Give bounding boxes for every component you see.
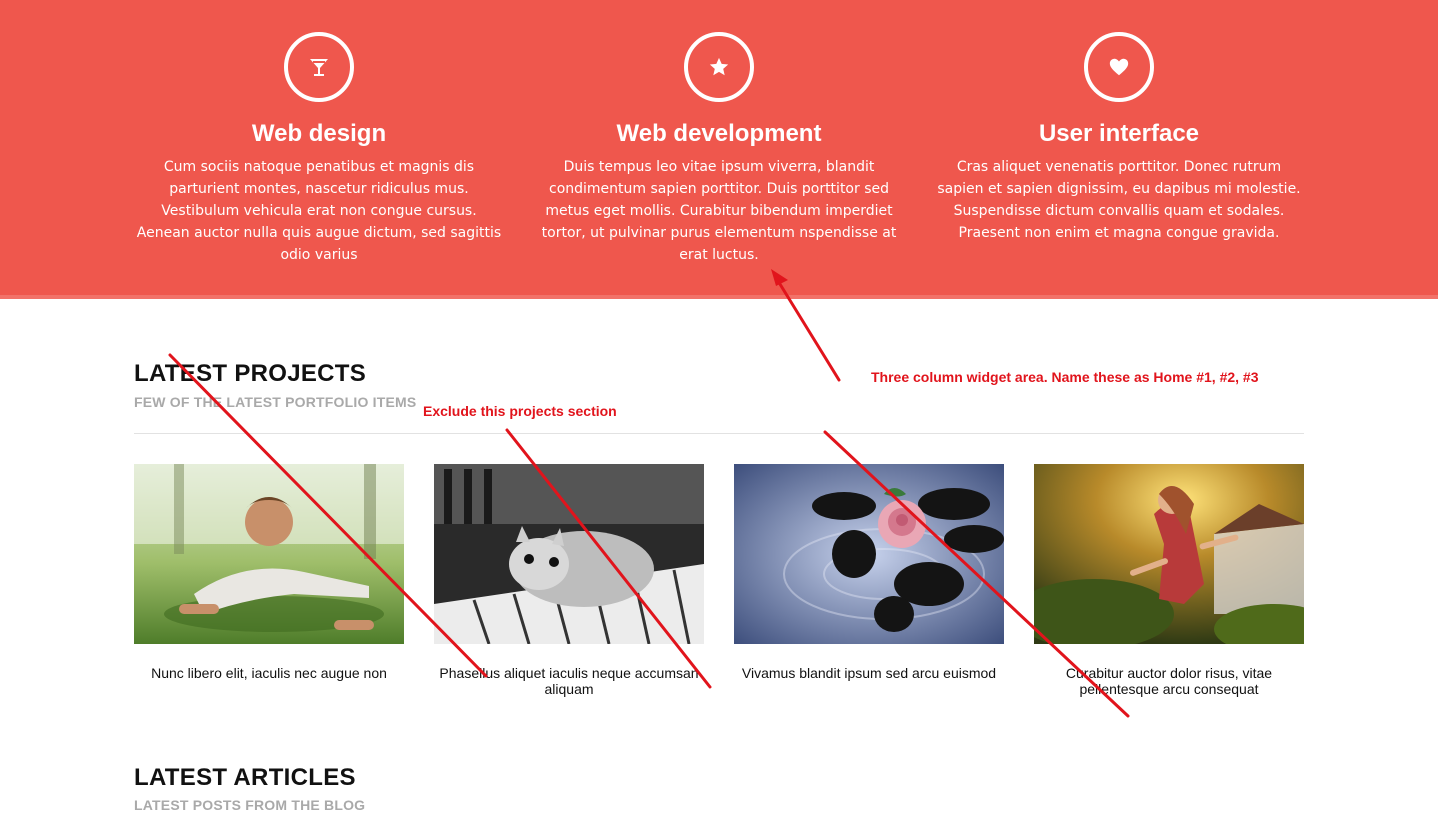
widget-text: Cras aliquet venenatis porttitor. Donec … (937, 159, 1301, 241)
widget-text: Cum sociis natoque penatibus et magnis d… (136, 159, 502, 263)
widget-title: User interface (1038, 120, 1200, 147)
hero-widget-area: Web design Cum sociis natoque penatibus … (0, 0, 1438, 299)
widget-title: Web development (616, 120, 822, 147)
project-item[interactable]: Nunc libero elit, iaculis nec augue non (134, 464, 404, 681)
cocktail-icon (284, 32, 354, 102)
project-caption[interactable]: Nunc libero elit, iaculis nec augue non (134, 665, 404, 681)
annotation-exclude-note: Exclude this projects section (423, 403, 617, 419)
project-caption[interactable]: Curabitur auctor dolor risus, vitae pell… (1034, 665, 1304, 697)
projects-title: LATEST PROJECTS (134, 360, 367, 387)
star-icon (684, 32, 754, 102)
project-image[interactable] (1034, 464, 1304, 644)
divider (134, 433, 1304, 434)
project-caption[interactable]: Vivamus blandit ipsum sed arcu euismod (734, 665, 1004, 681)
project-caption[interactable]: Phasellus aliquet iaculis neque accumsan… (434, 665, 704, 697)
project-image[interactable] (434, 464, 704, 644)
widget-title: Web design (251, 120, 387, 147)
articles-subtitle: LATEST POSTS FROM THE BLOG (134, 797, 366, 813)
widget-text: Duis tempus leo vitae ipsum viverra, bla… (541, 159, 897, 263)
project-image[interactable] (134, 464, 404, 644)
projects-subtitle: FEW OF THE LATEST PORTFOLIO ITEMS (134, 394, 417, 410)
annotation-widget-note: Three column widget area. Name these as … (871, 369, 1259, 385)
project-item[interactable]: Curabitur auctor dolor risus, vitae pell… (1034, 464, 1304, 697)
project-item[interactable]: Vivamus blandit ipsum sed arcu euismod (734, 464, 1004, 681)
project-item[interactable]: Phasellus aliquet iaculis neque accumsan… (434, 464, 704, 697)
articles-title: LATEST ARTICLES (134, 764, 356, 791)
heart-icon (1084, 32, 1154, 102)
project-image[interactable] (734, 464, 1004, 644)
